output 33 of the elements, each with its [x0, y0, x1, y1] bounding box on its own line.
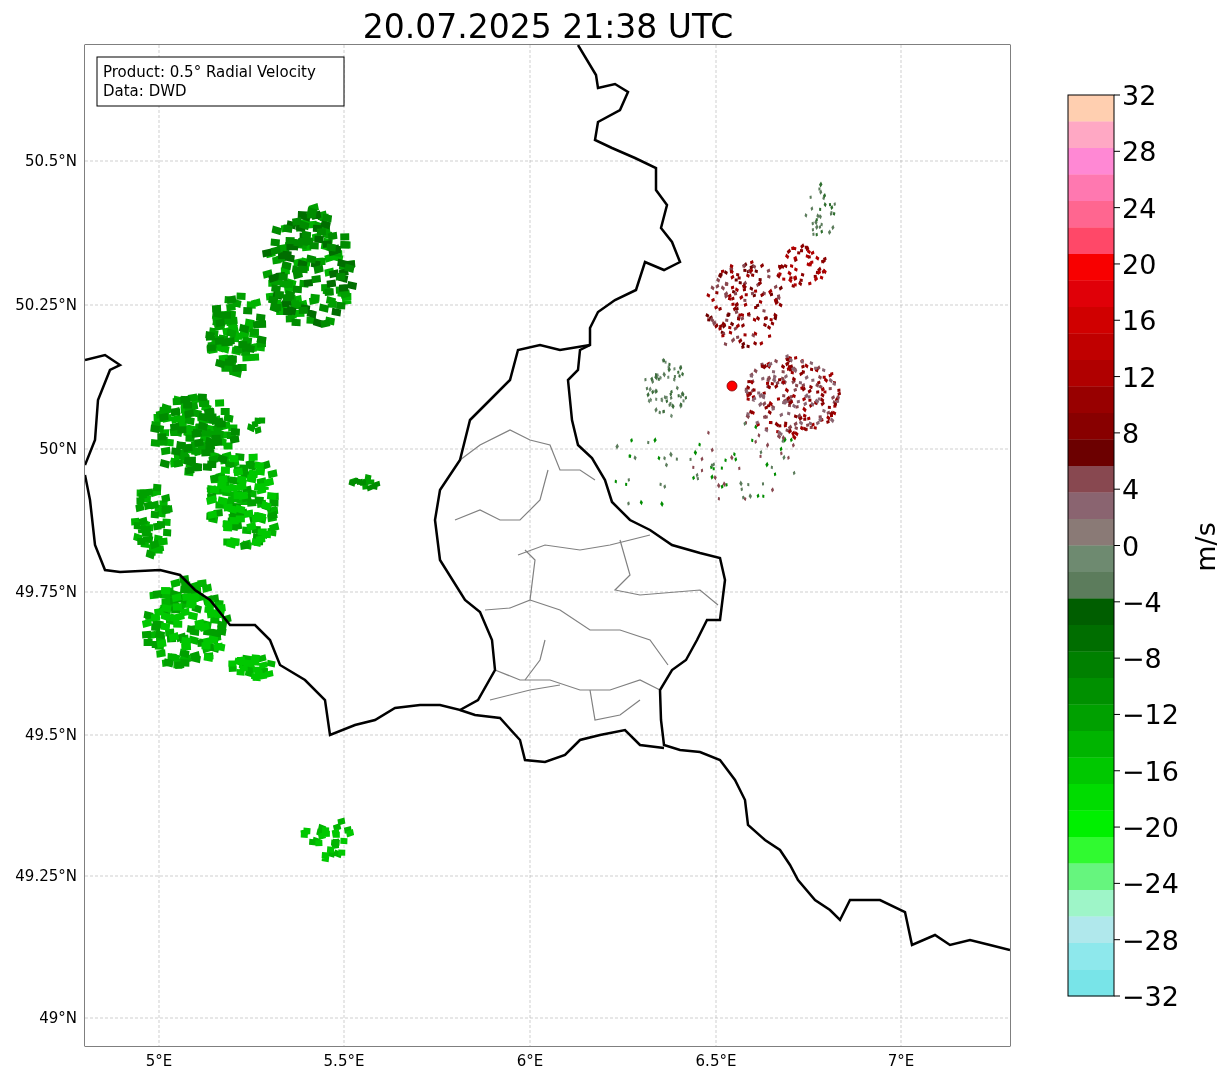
- axis-label: 50°N: [39, 440, 77, 458]
- colorbar-tick-label: 28: [1122, 136, 1157, 168]
- axis-label: 49.75°N: [15, 583, 77, 601]
- colorbar-tick-label: −24: [1122, 868, 1179, 900]
- axis-label: 6.5°E: [695, 1052, 737, 1070]
- colorbar-tick-label: 8: [1122, 417, 1140, 449]
- axis-label: 49.25°N: [15, 867, 77, 885]
- colorbar-tick-label: 32: [1122, 80, 1157, 111]
- chart-title: 20.07.2025 21:38 UTC: [362, 7, 734, 46]
- colorbar-tick-label: 0: [1122, 530, 1140, 562]
- axis-label: 5°E: [145, 1052, 173, 1070]
- axis-label: 5.5°E: [323, 1052, 365, 1070]
- colorbar-tick-label: −8: [1122, 643, 1162, 675]
- colorbar-tick-label: −4: [1122, 586, 1162, 618]
- colorbar-tick-label: −28: [1122, 924, 1179, 956]
- axis-label: 50.5°N: [24, 152, 77, 170]
- axis-label: 6°E: [516, 1052, 544, 1070]
- colorbar-tick-label: 16: [1122, 305, 1157, 337]
- colorbar-tick-label: 12: [1122, 361, 1157, 393]
- colorbar-tick-label: 4: [1122, 474, 1140, 506]
- axis-label: 50.25°N: [15, 296, 77, 314]
- colorbar-tick-label: 20: [1122, 248, 1157, 280]
- colorbar-tick-label: −32: [1122, 981, 1179, 1012]
- axis-label: 7°E: [887, 1052, 915, 1070]
- colorbar-tick-label: −20: [1122, 812, 1179, 844]
- colorbar-label: m/s: [1190, 522, 1221, 572]
- colorbar-tick-label: 24: [1122, 192, 1157, 224]
- info-text: Product: 0.5° Radial Velocity: [103, 63, 316, 81]
- colorbar-tick-label: −12: [1122, 699, 1179, 731]
- axis-label: 49°N: [39, 1009, 77, 1027]
- info-text: Data: DWD: [103, 82, 187, 100]
- colorbar-tick-label: −16: [1122, 755, 1179, 787]
- axis-label: 49.5°N: [24, 726, 77, 744]
